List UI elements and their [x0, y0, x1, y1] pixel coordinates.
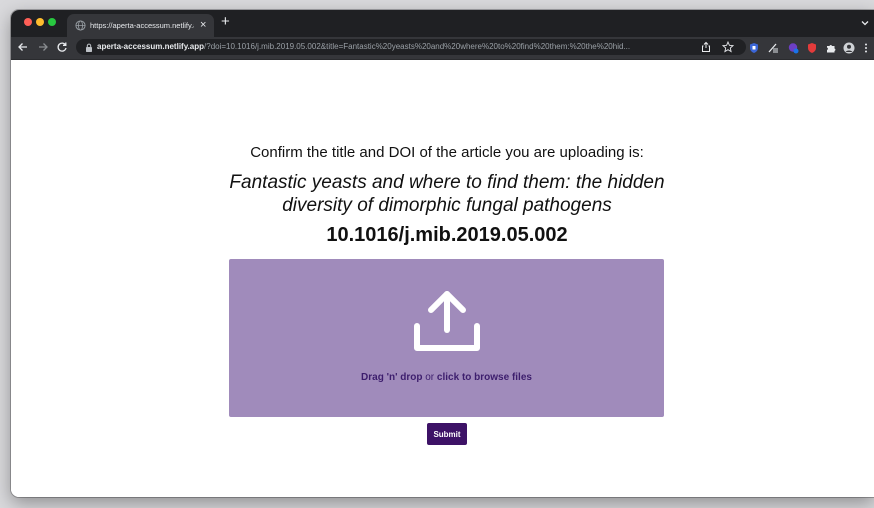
url-host: aperta-accessum.netlify.app: [97, 42, 205, 51]
drag-drop-label: Drag 'n' drop: [361, 372, 423, 383]
bookmark-star-icon[interactable]: [722, 41, 734, 53]
purple-extension-icon[interactable]: [787, 42, 799, 54]
pen-extension-icon[interactable]: [767, 42, 779, 54]
browse-files-link[interactable]: click to browse files: [437, 372, 532, 383]
url-path: /?doi=10.1016/j.mib.2019.05.002&title=Fa…: [204, 42, 631, 51]
browser-toolbar: aperta-accessum.netlify.app/?doi=10.1016…: [11, 37, 874, 60]
red-extension-icon[interactable]: [806, 42, 818, 54]
browser-tab[interactable]: https://aperta-accessum.netlify.app ×: [67, 14, 214, 37]
address-bar[interactable]: aperta-accessum.netlify.app/?doi=10.1016…: [76, 39, 746, 55]
lock-icon: [86, 43, 92, 52]
globe-icon: [75, 20, 86, 31]
tab-close-icon[interactable]: ×: [200, 19, 206, 31]
tab-title: https://aperta-accessum.netlify.app: [90, 21, 194, 30]
browser-window: https://aperta-accessum.netlify.app × + …: [11, 10, 874, 497]
or-label: or: [425, 372, 435, 383]
maximize-window-button[interactable]: [48, 18, 56, 26]
shield-extension-icon[interactable]: [748, 42, 760, 54]
share-icon[interactable]: [700, 41, 712, 53]
profile-avatar-icon[interactable]: [843, 42, 855, 54]
submit-button[interactable]: Submit: [427, 423, 467, 445]
reload-icon[interactable]: [56, 41, 68, 53]
article-title: Fantastic yeasts and where to find them:…: [229, 172, 665, 216]
dropzone-instructions: Drag 'n' drop or click to browse files: [229, 371, 664, 384]
close-window-button[interactable]: [24, 18, 32, 26]
article-doi: 10.1016/j.mib.2019.05.002: [326, 224, 568, 246]
upload-icon: [414, 291, 480, 351]
back-arrow-icon[interactable]: [17, 41, 29, 53]
chevron-down-icon[interactable]: [860, 18, 870, 28]
puzzle-piece-icon[interactable]: [825, 42, 837, 54]
more-options-icon[interactable]: [862, 42, 870, 54]
minimize-window-button[interactable]: [36, 18, 44, 26]
tab-strip: https://aperta-accessum.netlify.app × +: [11, 10, 874, 37]
forward-arrow-icon[interactable]: [37, 41, 49, 53]
new-tab-button[interactable]: +: [221, 14, 230, 30]
confirm-prompt: Confirm the title and DOI of the article…: [250, 144, 644, 161]
url-text: aperta-accessum.netlify.app/?doi=10.1016…: [97, 41, 697, 53]
file-dropzone[interactable]: Drag 'n' drop or click to browse files: [229, 259, 664, 417]
page-content: Confirm the title and DOI of the article…: [11, 60, 874, 497]
